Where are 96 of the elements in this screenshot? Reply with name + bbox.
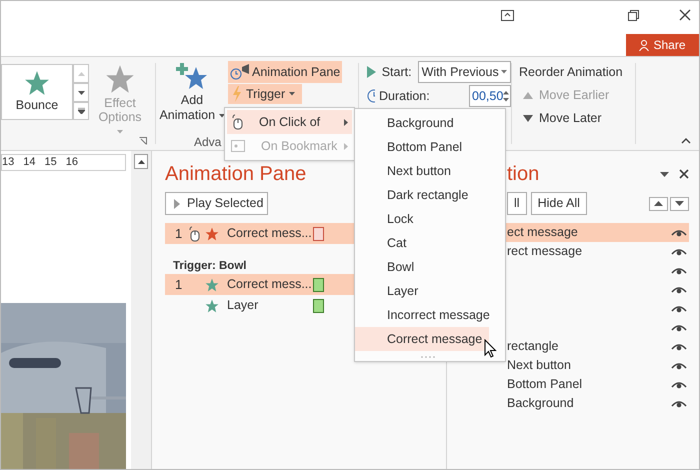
star-icon <box>205 226 219 240</box>
ribbon-display-icon[interactable] <box>501 10 514 20</box>
star-icon <box>205 278 219 292</box>
mouse-icon <box>231 114 243 130</box>
duration-spinner[interactable]: 00,50 <box>469 85 511 107</box>
bounce-star-icon <box>24 70 50 96</box>
submenu-arrow-icon <box>344 118 348 126</box>
eye-icon[interactable] <box>671 228 687 237</box>
menu-item[interactable]: Correct message <box>355 327 489 351</box>
submenu-arrow-icon <box>344 142 348 150</box>
effect-gallery[interactable]: Bounce <box>1 64 73 120</box>
trigger-heading: Trigger: Bowl <box>173 259 246 274</box>
spin-down-icon <box>503 98 510 102</box>
play-icon <box>367 66 377 78</box>
ruler-number: 15 <box>44 157 57 168</box>
person-icon <box>639 40 650 50</box>
pane-button[interactable]: ll <box>507 192 527 215</box>
lightning-icon <box>232 86 242 102</box>
triangle-down-icon <box>675 201 684 206</box>
caret-up-icon <box>78 72 84 76</box>
eye-icon[interactable] <box>671 342 687 351</box>
restore-icon[interactable] <box>628 10 639 20</box>
ruler-number: 14 <box>23 157 36 168</box>
duration-label: Duration: <box>379 88 429 105</box>
reorder-title: Reorder Animation <box>519 64 623 81</box>
triangle-down-icon <box>523 114 533 122</box>
eye-icon[interactable] <box>671 247 687 256</box>
move-down-button[interactable] <box>670 196 689 210</box>
entry-number: 1 <box>175 276 183 294</box>
caret-down-icon <box>501 70 507 74</box>
mouse-icon <box>188 226 200 242</box>
eye-icon[interactable] <box>671 285 687 294</box>
caret-down-icon <box>289 92 296 96</box>
play-selected-button[interactable]: Play Selected <box>165 192 268 215</box>
entry-label: Layer <box>227 297 260 314</box>
menu-item[interactable]: Dark rectangle <box>355 183 489 207</box>
reorder-button[interactable]: Move Later <box>519 107 623 129</box>
entry-label: Correct mess... <box>227 276 311 294</box>
timing-bar <box>313 278 324 292</box>
pane-title: tion <box>507 162 540 187</box>
caret-down-icon <box>78 90 84 94</box>
trigger-button[interactable]: Trigger <box>228 84 302 104</box>
share-button[interactable]: Share <box>626 34 699 56</box>
object-name[interactable]: Bottom Panel <box>507 375 582 394</box>
eye-icon[interactable] <box>671 399 687 408</box>
eye-icon[interactable] <box>671 380 687 389</box>
object-name[interactable]: Next button <box>507 356 571 375</box>
clock-icon <box>367 89 375 103</box>
start-dropdown[interactable]: With Previous <box>418 61 511 83</box>
entry-number: 1 <box>175 224 183 243</box>
menu-item[interactable]: Next button <box>355 159 489 183</box>
gallery-down-button[interactable] <box>73 83 89 102</box>
eye-icon[interactable] <box>671 323 687 332</box>
bookmark-icon <box>231 140 245 152</box>
play-icon <box>174 198 180 208</box>
ruler-number: 16 <box>66 157 78 168</box>
move-up-button[interactable] <box>649 196 668 210</box>
collapse-ribbon-icon[interactable] <box>681 138 691 144</box>
menu-item[interactable]: Background <box>355 111 489 135</box>
gallery-more-button[interactable] <box>73 102 89 120</box>
spin-up-icon <box>503 90 510 94</box>
scroll-up-button[interactable] <box>134 154 148 169</box>
menu-item[interactable]: On Click of <box>227 110 352 134</box>
cursor-icon <box>484 339 497 359</box>
object-name[interactable]: Background <box>507 394 574 413</box>
caret-down-icon <box>218 114 225 118</box>
eye-icon[interactable] <box>671 361 687 370</box>
caret-down-icon <box>117 130 123 134</box>
pane-button[interactable]: Hide All <box>530 192 587 215</box>
timing-bar <box>313 226 324 240</box>
dialog-launcher-icon[interactable] <box>139 137 147 145</box>
start-label: Start: <box>382 64 413 81</box>
star-icon <box>105 64 135 94</box>
pane-title: Animation Pane <box>165 162 306 187</box>
ruler-number: 13 <box>2 157 14 168</box>
caret-up-icon <box>138 160 144 164</box>
menu-item[interactable]: Bottom Panel <box>355 135 489 159</box>
object-name[interactable]: rect message <box>507 242 582 261</box>
close-icon[interactable] <box>679 9 691 21</box>
entry-label: Correct mess... <box>227 225 311 242</box>
menu-item[interactable]: Incorrect message <box>355 303 489 327</box>
dropdown-arrow-icon[interactable] <box>660 172 669 176</box>
star-icon <box>205 298 219 312</box>
close-icon[interactable] <box>679 169 689 179</box>
group-label: Adva <box>194 134 222 151</box>
triangle-up-icon <box>523 92 533 98</box>
eye-icon[interactable] <box>671 304 687 313</box>
timing-bar <box>313 298 324 312</box>
eye-icon[interactable] <box>671 266 687 275</box>
triangle-up-icon <box>654 201 663 206</box>
object-name[interactable]: rectangle <box>507 337 558 356</box>
effect-label: Bounce <box>16 96 58 114</box>
pane-clock-icon <box>230 64 250 80</box>
animation-pane-button[interactable]: Animation Pane <box>228 61 342 83</box>
more-icon <box>78 108 84 114</box>
add-animation-button[interactable]: Add Animation <box>156 93 228 123</box>
